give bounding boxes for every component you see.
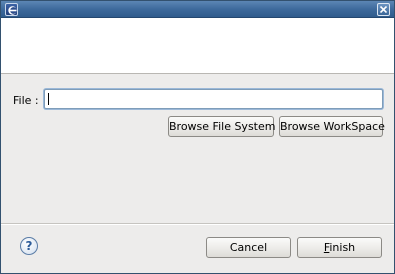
file-input[interactable] [44, 89, 383, 109]
file-label: File : [13, 94, 39, 107]
cancel-button[interactable]: Cancel [206, 237, 291, 258]
wizard-banner [1, 18, 394, 74]
footer-separator [1, 223, 394, 225]
browse-workspace-button[interactable]: Browse WorkSpace [279, 116, 385, 137]
browse-file-system-button[interactable]: Browse File System [168, 116, 275, 137]
app-icon [5, 3, 18, 16]
title-bar[interactable] [1, 1, 394, 18]
close-icon[interactable] [377, 3, 390, 16]
finish-label: inish [329, 241, 356, 254]
finish-button[interactable]: Finish [297, 237, 382, 258]
text-caret [48, 93, 49, 105]
dialog-window: File : Browse File System Browse WorkSpa… [0, 0, 395, 274]
help-icon[interactable]: ? [20, 237, 38, 255]
